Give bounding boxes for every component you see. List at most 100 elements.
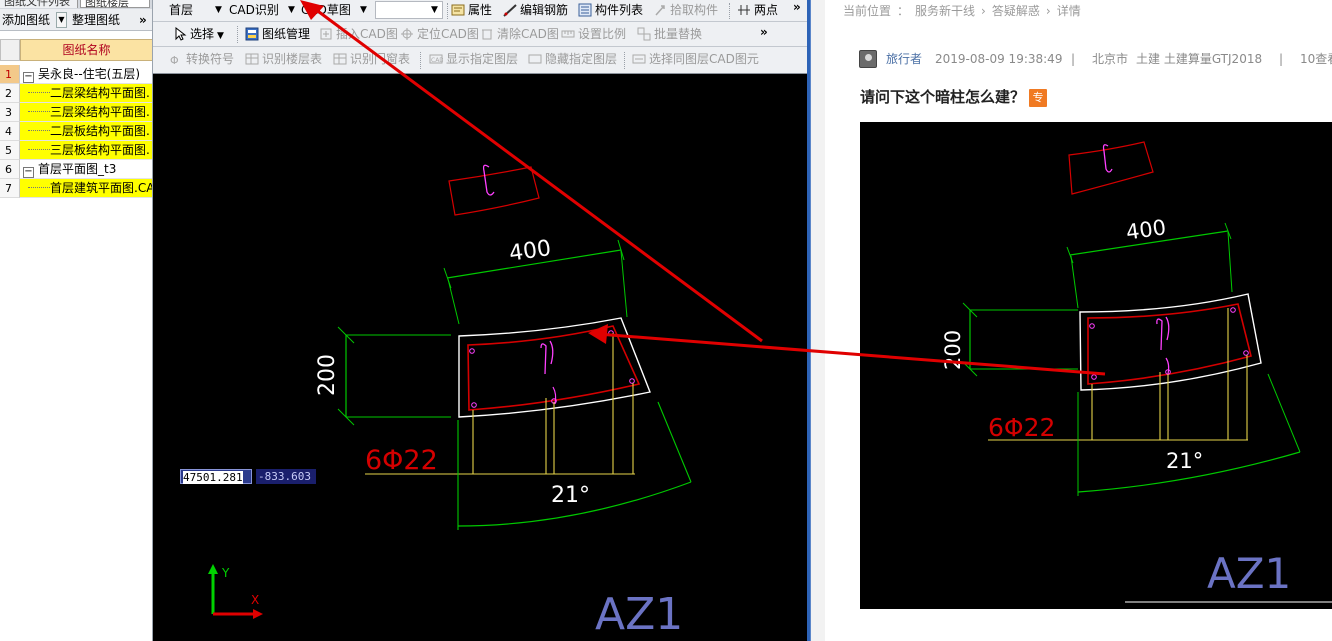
dimension-text-width: 400 bbox=[1125, 215, 1168, 244]
tab-drawing-floors[interactable]: 图纸楼层 bbox=[80, 0, 150, 9]
properties-button[interactable]: 属性 bbox=[451, 0, 492, 22]
post-image-drawing: 400 200 6Φ22 21° AZ1 bbox=[941, 141, 1332, 603]
component-list-button[interactable]: 构件列表 bbox=[578, 0, 643, 22]
tree-line bbox=[28, 130, 50, 131]
author-link[interactable]: 旅行者 bbox=[886, 51, 922, 67]
mode-select[interactable]: CAD识别 bbox=[229, 0, 279, 22]
floor-select[interactable]: 首层 bbox=[169, 0, 193, 22]
tab-drawing-files[interactable]: 图纸文件列表 bbox=[0, 0, 78, 8]
coordinate-y-input[interactable]: -833.603 bbox=[256, 469, 316, 484]
cad-drawing-canvas[interactable]: 400 200 6Φ22 21° AZ1 Y X 47501.281 -833.… bbox=[153, 74, 807, 641]
rebar-point-icon bbox=[1089, 323, 1095, 329]
section-marker-shape bbox=[1068, 141, 1154, 195]
row-name: 吴永良--住宅(五层) bbox=[38, 67, 141, 81]
question-title: 请问下这个暗柱怎么建？专 bbox=[860, 86, 1048, 107]
floor-select-arrow-icon[interactable]: ▼ bbox=[215, 0, 222, 22]
list-header: 图纸名称 bbox=[0, 39, 152, 61]
insert-cad-button[interactable]: 插入CAD图 bbox=[319, 24, 398, 46]
table-row[interactable]: 3 三层梁结构平面图. bbox=[0, 103, 152, 122]
layer-icon: CAD bbox=[429, 52, 444, 66]
properties-label: 属性 bbox=[468, 3, 493, 17]
coordinate-x-input[interactable]: 47501.281 bbox=[180, 469, 252, 484]
meta-separator: | bbox=[1279, 52, 1284, 66]
collapse-icon[interactable]: − bbox=[23, 167, 34, 178]
edit-rebar-label: 编辑钢筋 bbox=[520, 3, 569, 17]
avatar[interactable] bbox=[859, 50, 877, 68]
post-category[interactable]: 土建 土建算量GTJ2018 bbox=[1136, 51, 1262, 67]
table-row[interactable]: 2 二层梁结构平面图. bbox=[0, 84, 152, 103]
breadcrumb-link-qa[interactable]: 答疑解惑 bbox=[992, 4, 1040, 18]
row-name: 二层板结构平面图. bbox=[50, 124, 150, 138]
clear-cad-icon bbox=[480, 27, 494, 41]
layer-icon bbox=[528, 52, 542, 66]
insert-cad-label: 插入CAD图 bbox=[336, 27, 398, 41]
convert-symbol-button[interactable]: Φ 转换符号 bbox=[169, 49, 234, 71]
rebar-point-icon bbox=[469, 348, 475, 354]
tree-line bbox=[28, 187, 50, 188]
toolbar-more-icon[interactable]: » bbox=[793, 1, 801, 13]
locate-cad-label: 定位CAD图 bbox=[417, 27, 479, 41]
toolbar-separator bbox=[729, 3, 730, 19]
hide-layer-label: 隐藏指定图层 bbox=[545, 52, 618, 66]
show-layer-label: 显示指定图层 bbox=[446, 52, 519, 66]
organize-drawings-button[interactable]: 整理图纸 bbox=[70, 11, 122, 29]
batch-replace-button[interactable]: 批量替换 bbox=[637, 24, 702, 46]
extension-line bbox=[1227, 231, 1233, 293]
recognize-floor-table-button[interactable]: 识别楼层表 bbox=[245, 49, 322, 71]
extra-select-arrow-icon[interactable]: ▼ bbox=[431, 0, 438, 22]
toolbar-separator bbox=[447, 3, 448, 19]
meta-separator: | bbox=[1071, 52, 1076, 66]
row-name-cell: 三层板结构平面图. bbox=[20, 141, 152, 160]
convert-symbol-icon: Φ bbox=[169, 52, 183, 67]
sub-mode-select-arrow-icon[interactable]: ▼ bbox=[360, 0, 367, 22]
sub-mode-select[interactable]: CAD草图 bbox=[301, 0, 351, 22]
select-button[interactable]: 选择 ▼ bbox=[173, 24, 224, 46]
table-row[interactable]: 4 二层板结构平面图. bbox=[0, 122, 152, 141]
extension-line bbox=[447, 278, 460, 325]
mode-select-arrow-icon[interactable]: ▼ bbox=[288, 0, 295, 22]
properties-icon bbox=[451, 3, 465, 17]
table-row[interactable]: 1 − 吴永良--住宅(五层) bbox=[0, 65, 152, 84]
add-drawing-button[interactable]: 添加图纸 bbox=[0, 11, 52, 29]
rebar-point-icon bbox=[1230, 307, 1236, 313]
component-list-label: 构件列表 bbox=[595, 3, 644, 17]
clear-cad-button[interactable]: 清除CAD图 bbox=[480, 24, 559, 46]
locate-cad-button[interactable]: 定位CAD图 bbox=[400, 24, 479, 46]
toolbar-separator bbox=[420, 52, 421, 69]
table-row[interactable]: 5 三层板结构平面图. bbox=[0, 141, 152, 160]
table-row[interactable]: 7 首层建筑平面图.CA bbox=[0, 179, 153, 198]
two-points-icon bbox=[737, 3, 751, 17]
edit-rebar-button[interactable]: 编辑钢筋 bbox=[503, 0, 568, 22]
breadcrumb-separator: › bbox=[1045, 4, 1051, 18]
pick-component-label: 拾取构件 bbox=[670, 3, 719, 17]
collapse-icon[interactable]: − bbox=[23, 72, 34, 83]
left-toolbar: 添加图纸 ▼ 整理图纸 » bbox=[0, 9, 152, 31]
show-layer-button[interactable]: CAD 显示指定图层 bbox=[429, 49, 518, 71]
hide-layer-button[interactable]: 隐藏指定图层 bbox=[528, 49, 617, 71]
toolbar-more-icon[interactable]: » bbox=[137, 11, 149, 29]
add-drawing-dropdown-icon[interactable]: ▼ bbox=[56, 12, 67, 28]
cad-toolbar-row-2: 选择 ▼ 图纸管理 插入CAD图 定位CAD图 清除CAD图 设置比例 批量替换 … bbox=[153, 22, 807, 47]
set-scale-button[interactable]: 设置比例 bbox=[561, 24, 626, 46]
drawing-manager-button[interactable]: 图纸管理 bbox=[245, 24, 310, 46]
row-name: 首层建筑平面图.CA bbox=[50, 181, 153, 195]
post-image[interactable]: 400 200 6Φ22 21° AZ1 bbox=[860, 122, 1332, 609]
recognize-door-table-button[interactable]: 识别门窗表 bbox=[333, 49, 410, 71]
row-name-cell: − 首层平面图_t3 bbox=[20, 160, 152, 179]
list-icon bbox=[578, 3, 592, 17]
rebar-point-icon bbox=[471, 402, 477, 408]
expert-badge: 专 bbox=[1029, 89, 1048, 107]
cad-toolbar-row-3: Φ 转换符号 识别楼层表 识别门窗表 CAD 显示指定图层 隐藏指定图层 选择同图层… bbox=[153, 47, 807, 74]
index-header bbox=[0, 39, 20, 61]
angle-text: 21° bbox=[1166, 449, 1203, 473]
pick-icon bbox=[653, 3, 667, 17]
breadcrumb-link-service[interactable]: 服务新干线 bbox=[915, 4, 975, 18]
pick-component-button[interactable]: 拾取构件 bbox=[653, 0, 718, 22]
column-header-name[interactable]: 图纸名称 bbox=[20, 39, 152, 61]
ucs-x-label: X bbox=[251, 593, 259, 607]
toolbar-more-icon[interactable]: » bbox=[760, 26, 768, 38]
table-row[interactable]: 6 − 首层平面图_t3 bbox=[0, 160, 152, 179]
select-same-layer-button[interactable]: 选择同图层CAD图元 bbox=[632, 49, 759, 71]
locate-cad-icon bbox=[400, 27, 414, 41]
two-points-button[interactable]: 两点 bbox=[737, 0, 778, 22]
